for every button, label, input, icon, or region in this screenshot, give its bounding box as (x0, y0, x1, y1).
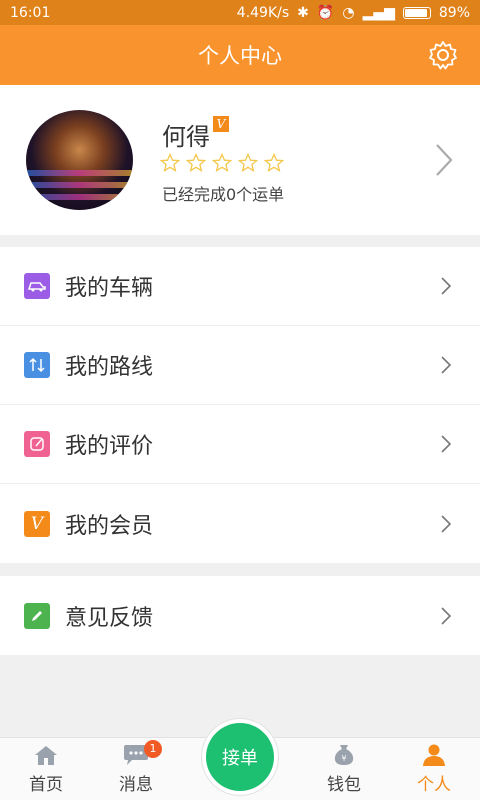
rating-stars (160, 153, 284, 173)
alarm-icon: ⏰ (316, 4, 335, 21)
vip-badge: V (213, 116, 229, 132)
accept-order-label: 接单 (206, 723, 274, 791)
star-icon (212, 153, 232, 172)
menu-item-vehicles[interactable]: 我的车辆 (0, 247, 480, 326)
chevron-right-icon (441, 277, 452, 295)
menu-label-reviews: 我的评价 (65, 434, 154, 459)
menu-label-routes: 我的路线 (65, 355, 154, 380)
home-icon (35, 746, 57, 765)
gear-icon[interactable] (428, 40, 458, 70)
nav-label-home: 首页 (29, 775, 63, 795)
menu-label-membership: 我的会员 (65, 513, 154, 539)
star-icon (238, 153, 258, 172)
chevron-right-icon (441, 606, 452, 625)
nav-messages[interactable]: 1 消息 (96, 738, 176, 800)
nav-wallet[interactable]: ¥ 钱包 (304, 738, 384, 800)
chevron-right-icon (441, 514, 452, 533)
status-right: 4.49K/s ✱ ⏰ ◔ ▂▄▆ 89% (237, 5, 470, 21)
menu-label-feedback: 意见反馈 (65, 605, 154, 631)
avatar[interactable] (26, 110, 133, 210)
route-icon (24, 352, 50, 378)
review-icon (24, 431, 50, 457)
app-header: 个人中心 (0, 25, 480, 85)
svg-text:¥: ¥ (341, 754, 346, 763)
orders-completed: 已经完成0个运单 (162, 185, 285, 204)
vip-icon: V (24, 510, 50, 537)
menu-item-routes[interactable]: 我的路线 (0, 326, 480, 405)
menu-group-feedback: 意见反馈 (0, 576, 480, 655)
menu-label-vehicles: 我的车辆 (65, 276, 154, 301)
wallet-icon: ¥ (334, 745, 354, 765)
chevron-right-icon (441, 435, 452, 453)
bluetooth-icon: ✱ (297, 4, 309, 21)
wifi-icon: ◔ (342, 4, 355, 21)
profile-card[interactable]: 何得 V 已经完成0个运单 (0, 85, 480, 235)
star-icon (264, 153, 284, 172)
battery-percent: 89% (438, 4, 470, 21)
person-icon (423, 744, 445, 766)
signal-icon: ▂▄▆ (362, 4, 395, 21)
menu-item-reviews[interactable]: 我的评价 (0, 405, 480, 484)
nav-home[interactable]: 首页 (6, 738, 86, 800)
nav-label-messages: 消息 (119, 775, 153, 795)
status-time: 16:01 (10, 4, 51, 21)
menu-item-feedback[interactable]: 意见反馈 (0, 576, 480, 655)
vehicle-icon (24, 273, 50, 299)
nav-label-me: 个人 (417, 775, 451, 795)
user-name: 何得 (162, 123, 210, 151)
star-icon (186, 153, 206, 172)
chevron-right-icon[interactable] (434, 142, 454, 178)
chevron-right-icon (441, 356, 452, 374)
page-title: 个人中心 (198, 44, 282, 68)
nav-label-wallet: 钱包 (327, 775, 361, 795)
status-bar: 16:01 4.49K/s ✱ ⏰ ◔ ▂▄▆ 89% (0, 0, 480, 25)
message-badge: 1 (144, 740, 162, 758)
menu-item-membership[interactable]: V 我的会员 (0, 484, 480, 563)
accept-order-button[interactable]: 接单 (202, 719, 278, 795)
battery-icon (402, 6, 431, 19)
star-icon (160, 153, 180, 172)
feedback-icon (24, 602, 50, 629)
nav-me[interactable]: 个人 (394, 738, 474, 800)
net-speed: 4.49K/s (236, 4, 290, 21)
menu-group-main: 我的车辆 我的路线 我的评价 V 我的会员 (0, 247, 480, 563)
